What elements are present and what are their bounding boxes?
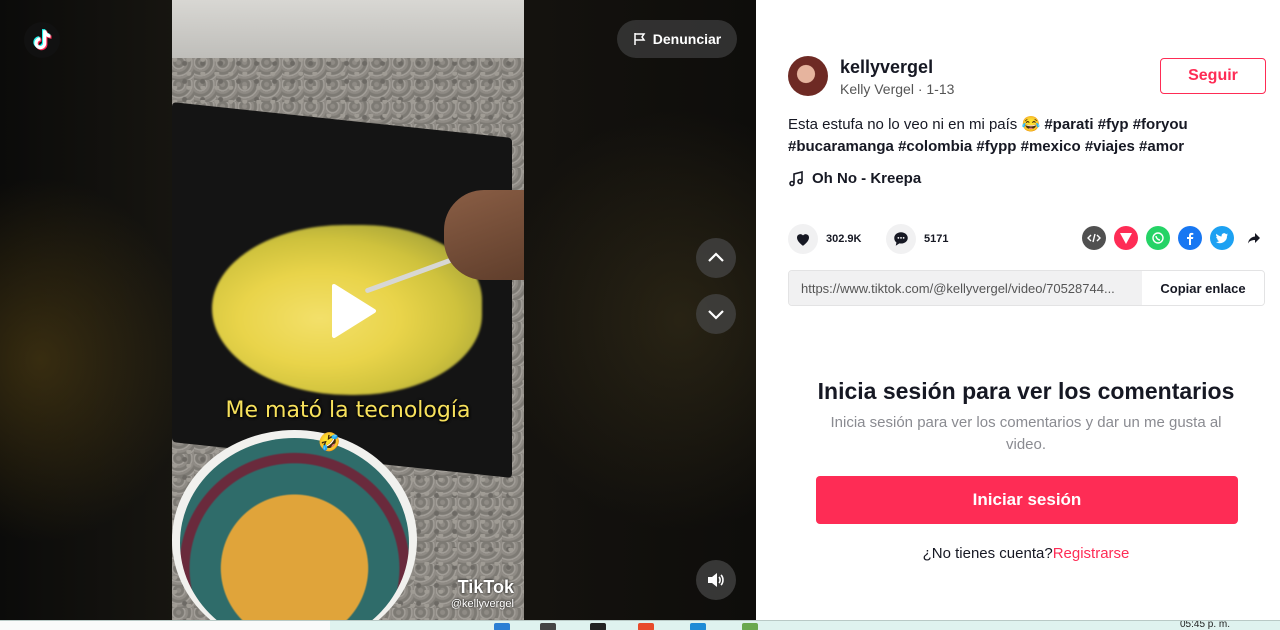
watermark-user: @kellyvergel xyxy=(450,598,514,610)
music-note-icon xyxy=(789,170,803,186)
facebook-icon[interactable] xyxy=(1178,226,1202,250)
video-wall xyxy=(172,0,524,58)
tiktok-logo-icon[interactable] xyxy=(24,22,60,58)
chevron-down-icon xyxy=(708,310,724,320)
comment-count: 5171 xyxy=(924,233,949,245)
login-prompt-title: Inicia sesión para ver los comentarios xyxy=(817,378,1235,404)
author-display-name: Kelly Vergel xyxy=(840,81,914,97)
hashtag[interactable]: #foryou xyxy=(1133,116,1188,133)
send-icon[interactable] xyxy=(1114,226,1138,250)
login-prompt-subtitle: Inicia sesión para ver los comentarios y… xyxy=(830,414,1222,453)
share-link-box: https://www.tiktok.com/@kellyvergel/vide… xyxy=(788,270,1265,306)
post-date: 1-13 xyxy=(926,81,955,97)
taskbar-app-icon[interactable] xyxy=(540,623,556,630)
previous-video-button[interactable] xyxy=(696,238,736,278)
whatsapp-icon[interactable] xyxy=(1146,226,1170,250)
chevron-up-icon xyxy=(708,252,724,262)
hashtag[interactable]: #fyp xyxy=(1098,116,1129,133)
author-subline: Kelly Vergel · 1-13 xyxy=(840,81,954,97)
signup-link[interactable]: Registrarse xyxy=(1053,545,1130,562)
video-hand xyxy=(444,190,524,280)
follow-button[interactable]: Seguir xyxy=(1160,58,1266,94)
embed-icon[interactable] xyxy=(1082,226,1106,250)
play-icon[interactable] xyxy=(330,282,378,340)
taskbar-app-icon[interactable] xyxy=(638,623,654,630)
copy-link-button[interactable]: Copiar enlace xyxy=(1142,271,1264,305)
video-player[interactable]: Me mató la tecnología 🤣 TikTok @kellyver… xyxy=(0,0,756,620)
author-username[interactable]: kellyvergel xyxy=(840,57,933,78)
volume-button[interactable] xyxy=(696,560,736,600)
hashtag[interactable]: #parati xyxy=(1044,116,1093,133)
taskbar-clock[interactable]: 05:45 p. m. xyxy=(1180,621,1230,630)
login-button[interactable]: Iniciar sesión xyxy=(816,476,1238,524)
taskbar-app-icon[interactable] xyxy=(742,623,758,630)
taskbar: 05:45 p. m. xyxy=(0,620,1280,630)
avatar[interactable] xyxy=(788,56,828,96)
flag-icon xyxy=(634,33,646,45)
details-panel: kellyvergel Kelly Vergel · 1-13 Seguir E… xyxy=(756,0,1280,620)
taskbar-app-icon[interactable] xyxy=(690,623,706,630)
video-url-field[interactable]: https://www.tiktok.com/@kellyvergel/vide… xyxy=(789,271,1142,305)
hashtag[interactable]: #viajes xyxy=(1085,138,1135,155)
video-watermark: TikTok @kellyvergel xyxy=(451,577,514,610)
next-video-button[interactable] xyxy=(696,294,736,334)
taskbar-app-icon[interactable] xyxy=(494,623,510,630)
no-account-text: ¿No tienes cuenta? xyxy=(922,545,1053,562)
comment-icon xyxy=(886,224,916,254)
comment-button[interactable]: 5171 xyxy=(886,224,948,254)
report-label: Denunciar xyxy=(652,31,722,47)
share-arrow-icon[interactable] xyxy=(1242,226,1266,250)
like-button[interactable]: 302.9K xyxy=(788,224,861,254)
hashtag[interactable]: #amor xyxy=(1139,138,1184,155)
music-title: Oh No - Kreepa xyxy=(812,170,922,187)
like-count: 302.9K xyxy=(826,233,862,245)
description-text: Esta estufa no lo veo ni en mi país 😂 xyxy=(788,116,1041,133)
taskbar-left-area xyxy=(0,621,330,630)
laughing-emoji-icon: 🤣 xyxy=(318,432,341,452)
hashtag[interactable]: #fypp xyxy=(976,138,1016,155)
heart-icon xyxy=(788,224,818,254)
signup-line: ¿No tienes cuenta?Registrarse xyxy=(756,545,1280,562)
watermark-brand: TikTok xyxy=(457,577,514,597)
music-link[interactable]: Oh No - Kreepa xyxy=(788,170,921,187)
report-button[interactable]: Denunciar xyxy=(617,20,737,58)
twitter-icon[interactable] xyxy=(1210,226,1234,250)
hashtag[interactable]: #colombia xyxy=(898,138,972,155)
hashtag[interactable]: #mexico xyxy=(1021,138,1081,155)
hashtag[interactable]: #bucaramanga xyxy=(788,138,894,155)
share-row xyxy=(1082,226,1266,250)
video-caption: Me mató la tecnología xyxy=(225,398,471,423)
taskbar-app-icon[interactable] xyxy=(590,623,606,630)
video-description: Esta estufa no lo veo ni en mi país 😂 #p… xyxy=(788,114,1228,158)
volume-icon xyxy=(708,573,724,587)
